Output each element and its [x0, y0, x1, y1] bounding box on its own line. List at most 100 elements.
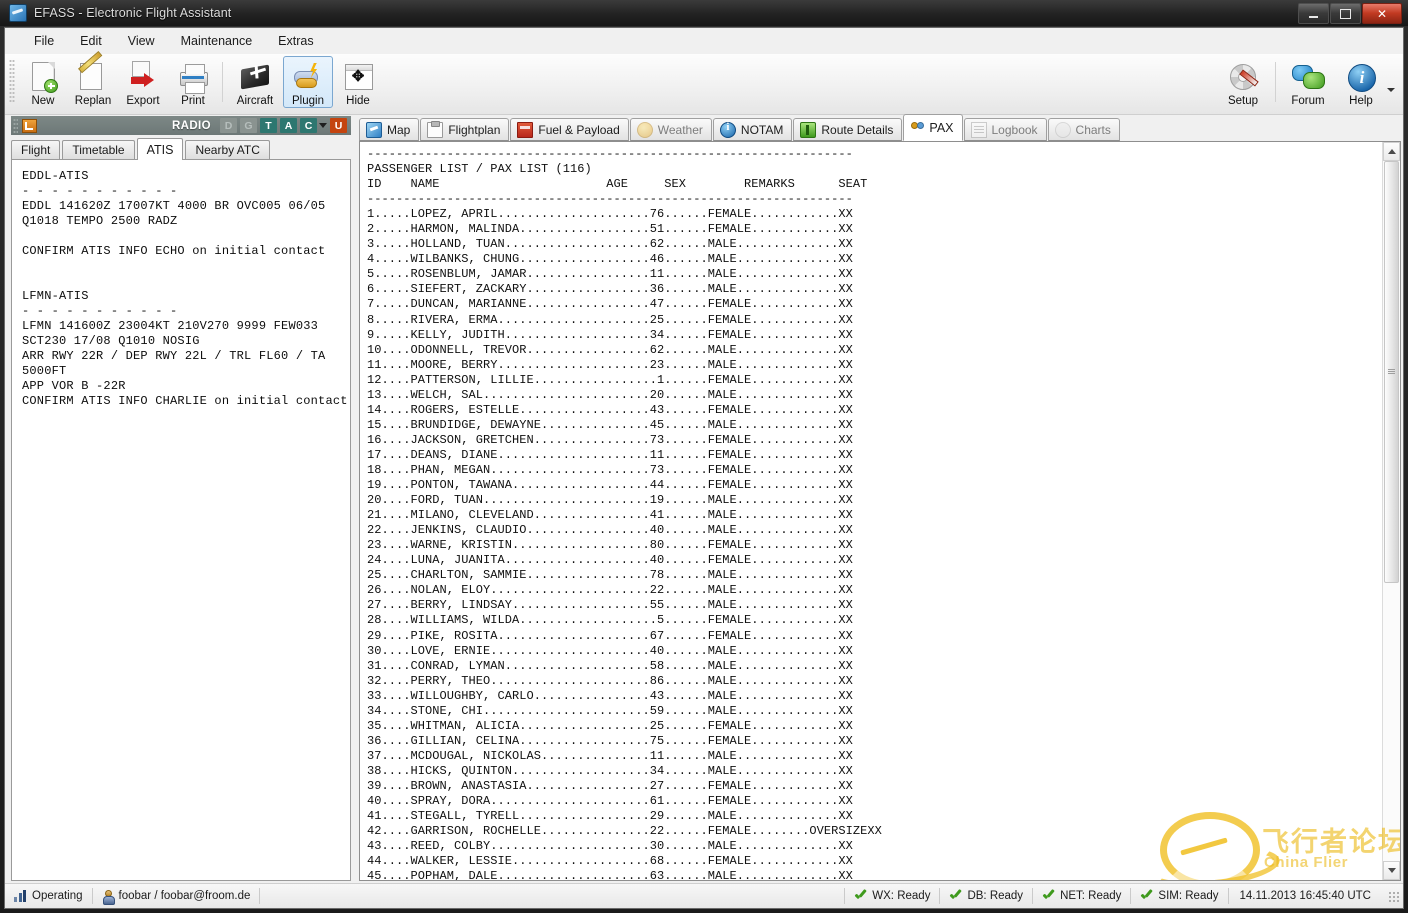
- radio-bar-grip[interactable]: [13, 118, 18, 133]
- pax-list-panel: ----------------------------------------…: [359, 141, 1401, 881]
- check-icon: [1140, 890, 1153, 902]
- plugin-lightning-icon: [292, 61, 324, 93]
- replan-button[interactable]: Replan: [68, 56, 118, 108]
- status-db-label: DB: Ready: [967, 890, 1024, 902]
- radio-bar: RADIO D G T A C U: [11, 116, 351, 135]
- menu-maintenance[interactable]: Maintenance: [168, 30, 266, 52]
- hide-window-icon: ✥: [342, 61, 374, 93]
- minimize-button[interactable]: [1298, 3, 1329, 24]
- setup-button-label: Setup: [1227, 95, 1259, 107]
- tab-atis[interactable]: ATIS: [136, 138, 184, 160]
- scroll-down-button[interactable]: [1383, 861, 1400, 880]
- clipboard-icon: [427, 120, 444, 138]
- aircraft-button[interactable]: Aircraft: [227, 56, 283, 108]
- export-arrow-icon: [127, 61, 159, 93]
- tab-weather-label: Weather: [657, 122, 703, 137]
- radio-undock-icon[interactable]: [22, 118, 37, 133]
- left-tab-strip: Flight Timetable ATIS Nearby ATC: [11, 138, 351, 160]
- status-operating: Operating: [5, 884, 92, 908]
- tab-route-details-label: Route Details: [821, 122, 894, 137]
- atis-panel: EDDL-ATIS - - - - - - - - - - - EDDL 141…: [11, 160, 351, 881]
- setup-button[interactable]: Setup: [1215, 56, 1271, 108]
- export-button[interactable]: Export: [118, 56, 168, 108]
- menu-view[interactable]: View: [115, 30, 168, 52]
- pax-vertical-scrollbar[interactable]: [1382, 142, 1400, 880]
- tab-fuel-payload[interactable]: Fuel & Payload: [510, 118, 629, 141]
- speech-bubbles-icon: [1292, 61, 1325, 93]
- tab-weather[interactable]: Weather: [629, 118, 712, 141]
- scroll-up-button[interactable]: [1383, 142, 1400, 161]
- radio-indicator-c[interactable]: C: [300, 118, 317, 133]
- menu-extras[interactable]: Extras: [265, 30, 326, 52]
- main-panel: Map Flightplan Fuel & Payload Weather i …: [353, 114, 1403, 883]
- print-button[interactable]: Print: [168, 56, 218, 108]
- pax-list-text: ----------------------------------------…: [367, 147, 882, 880]
- route-pin-icon: [800, 121, 817, 138]
- scroll-track[interactable]: [1383, 161, 1400, 861]
- printer-icon: [177, 61, 209, 94]
- hide-button[interactable]: ✥ Hide: [333, 56, 383, 108]
- status-timestamp: 14.11.2013 16:45:40 UTC: [1239, 890, 1372, 902]
- client-area: File Edit View Maintenance Extras New Re…: [4, 27, 1404, 909]
- menu-file[interactable]: File: [21, 30, 67, 52]
- radio-indicator-g[interactable]: G: [240, 118, 257, 133]
- help-dropdown-icon[interactable]: [1387, 88, 1395, 92]
- tab-logbook-label: Logbook: [991, 122, 1038, 137]
- tab-notam[interactable]: NOTAM: [712, 118, 793, 141]
- tab-route-details[interactable]: Route Details: [793, 118, 903, 141]
- new-button[interactable]: New: [18, 56, 68, 108]
- status-net: NET: Ready: [1033, 884, 1130, 908]
- radio-chevron-down-icon[interactable]: [319, 123, 327, 128]
- tab-logbook[interactable]: Logbook: [963, 118, 1047, 141]
- weather-sun-icon: [636, 121, 653, 138]
- forum-button[interactable]: Forum: [1280, 56, 1336, 108]
- tab-charts[interactable]: Charts: [1047, 118, 1120, 141]
- toolbar-separator-1: [222, 62, 223, 102]
- status-db: DB: Ready: [940, 884, 1032, 908]
- radio-indicator-a[interactable]: A: [280, 118, 297, 133]
- menu-edit[interactable]: Edit: [67, 30, 115, 52]
- toolbar-separator-2: [1275, 62, 1276, 102]
- check-icon: [1042, 890, 1055, 902]
- tab-pax-label: PAX: [929, 120, 954, 135]
- tab-flightplan[interactable]: Flightplan: [420, 118, 510, 141]
- tab-map[interactable]: Map: [359, 118, 420, 141]
- tab-flight[interactable]: Flight: [11, 140, 61, 159]
- plugin-button[interactable]: Plugin: [283, 56, 333, 108]
- status-user-label: foobar / foobar@froom.de: [118, 890, 251, 902]
- replan-button-label: Replan: [74, 95, 112, 107]
- tab-nearby-atc[interactable]: Nearby ATC: [185, 140, 270, 159]
- radio-indicator-d[interactable]: D: [220, 118, 237, 133]
- maximize-button[interactable]: [1330, 3, 1361, 24]
- help-button[interactable]: Help: [1336, 56, 1386, 108]
- gear-wand-icon: [1227, 61, 1259, 93]
- signal-bars-icon: [14, 890, 27, 902]
- application-window: EFASS - Electronic Flight Assistant ✕ Fi…: [0, 0, 1408, 913]
- tab-fuel-payload-label: Fuel & Payload: [538, 122, 620, 137]
- status-wx: WX: Ready: [845, 884, 939, 908]
- scroll-thumb[interactable]: [1384, 161, 1399, 583]
- atis-text: EDDL-ATIS - - - - - - - - - - - EDDL 141…: [22, 169, 348, 408]
- user-icon: [102, 889, 115, 905]
- main-tab-strip: Map Flightplan Fuel & Payload Weather i …: [359, 114, 1401, 141]
- radio-indicator-u[interactable]: U: [330, 118, 347, 133]
- check-icon: [949, 890, 962, 902]
- main-toolbar: New Replan Export Print Aircraft Plugin …: [5, 54, 1403, 115]
- toolbar-grip[interactable]: [9, 59, 15, 103]
- help-button-label: Help: [1349, 95, 1373, 107]
- info-circle-icon: [1345, 61, 1377, 93]
- toolbar-right-group: Setup Forum Help: [1215, 54, 1397, 108]
- tab-pax[interactable]: PAX: [903, 114, 963, 141]
- forum-button-label: Forum: [1291, 95, 1325, 107]
- radio-indicator-t[interactable]: T: [260, 118, 277, 133]
- radio-indicators: D G T A C U: [220, 118, 347, 133]
- tab-timetable[interactable]: Timetable: [62, 140, 135, 159]
- status-user: foobar / foobar@froom.de: [93, 884, 260, 908]
- close-button[interactable]: ✕: [1362, 3, 1402, 24]
- status-sim: SIM: Ready: [1131, 884, 1227, 908]
- resize-grip[interactable]: [1387, 889, 1400, 903]
- status-bar: Operating foobar / foobar@froom.de WX: R…: [5, 883, 1403, 908]
- fuel-canister-icon: [517, 121, 534, 138]
- new-document-icon: [27, 61, 59, 93]
- hide-button-label: Hide: [346, 95, 370, 107]
